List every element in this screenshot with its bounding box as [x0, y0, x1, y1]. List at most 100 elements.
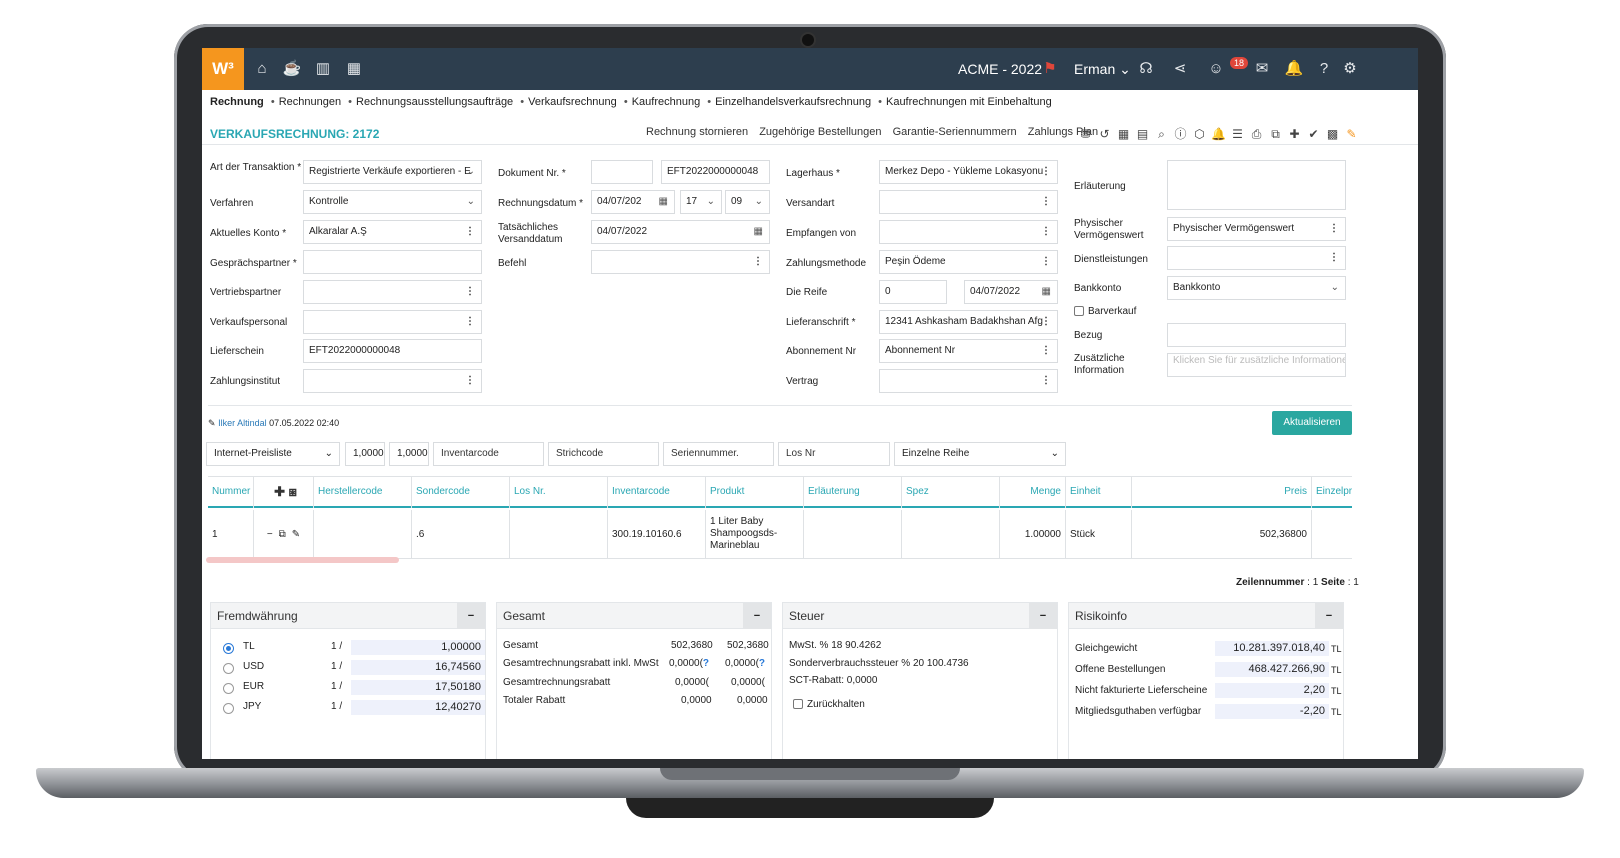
plus-icon[interactable]: ✚ [1285, 127, 1304, 141]
history-icon[interactable]: ↺ [1095, 127, 1114, 141]
column-header[interactable]: Einzelpr [1312, 476, 1352, 508]
delivery-note-field[interactable]: EFT2022000000048 [303, 339, 482, 363]
print-icon[interactable]: ⎙ [1247, 127, 1266, 142]
contract-field[interactable]: ⋮ [879, 369, 1058, 393]
column-header[interactable]: Einheit [1066, 476, 1132, 508]
column-header[interactable]: Herstellercode [314, 476, 412, 508]
help-icon[interactable]: ? [1314, 59, 1334, 79]
breadcrumb-item[interactable]: Einzelhandelsverkaufsrechnung [715, 96, 871, 108]
help-icon[interactable]: ? [759, 658, 765, 669]
pencil-icon[interactable]: ✎ [292, 529, 300, 540]
row-mode-select[interactable]: Einzelne Reihe ⌄ [894, 442, 1066, 466]
search-icon[interactable]: ⌕ [1152, 127, 1171, 142]
stamp-icon[interactable]: ⛃ [1076, 127, 1095, 141]
received-from-field[interactable]: ⋮ [879, 220, 1058, 244]
coffee-icon[interactable]: ☕ [282, 59, 302, 79]
subscription-field[interactable]: Abonnement Nr ⋮ [879, 339, 1058, 363]
reference-field[interactable] [1167, 323, 1346, 347]
breadcrumb-item[interactable]: Rechnungen [279, 96, 341, 108]
more-icon[interactable]: ⋮ [753, 251, 763, 273]
more-icon[interactable]: ⋮ [465, 221, 475, 243]
serial-number-input[interactable]: Seriennummer. [663, 442, 774, 466]
copy-icon[interactable]: ⧉ [1266, 127, 1285, 142]
grid-icon[interactable]: ▦ [1114, 127, 1133, 141]
price-list-select[interactable]: Internet-Preisliste ⌄ [206, 442, 340, 466]
document-prefix-field[interactable] [591, 160, 653, 184]
explanation-textarea[interactable] [1167, 160, 1346, 210]
home-icon[interactable]: ⌂ [252, 59, 272, 79]
cash-sale-checkbox[interactable]: Barverkauf [1074, 306, 1136, 318]
box-icon[interactable]: ⬡ [1190, 127, 1209, 141]
edit-icon[interactable]: ✎ [1342, 127, 1361, 141]
hour-select[interactable]: 17 ⌄ [680, 190, 722, 214]
column-header[interactable]: Nummer [208, 476, 254, 508]
delivery-address-field[interactable]: 12341 Ashkasham Badakhshan Afg ⋮ [879, 310, 1058, 334]
calendar-icon[interactable]: ▦ [344, 59, 364, 79]
warehouse-field[interactable]: Merkez Depo - Yükleme Lokasyonu ⋮ [879, 160, 1058, 184]
order-field[interactable]: ⋮ [591, 250, 770, 274]
withhold-checkbox[interactable]: Zurückhalten [793, 699, 865, 710]
bank-account-select[interactable]: Bankkonto ⌄ [1167, 276, 1346, 300]
column-header[interactable]: Erläuterung [804, 476, 902, 508]
checkbox[interactable] [1074, 306, 1084, 317]
more-icon[interactable]: ⋮ [1329, 218, 1339, 240]
column-header[interactable]: Produkt [706, 476, 804, 508]
more-icon[interactable]: ⋮ [1041, 221, 1051, 243]
more-icon[interactable]: ⋮ [1041, 311, 1051, 333]
column-header[interactable]: Los Nr. [510, 476, 608, 508]
invoice-date-field[interactable]: 04/07/202 ▦ [591, 190, 675, 214]
update-button[interactable]: Aktualisieren [1272, 411, 1352, 435]
list-icon[interactable]: ☰ [1228, 127, 1247, 141]
inventory-code-input[interactable]: Inventarcode [433, 442, 544, 466]
breadcrumb-item[interactable]: Rechnungsausstellungsaufträge [356, 96, 513, 108]
headset-icon[interactable]: ☊ [1136, 59, 1156, 79]
calendar-icon[interactable]: ▦ [1042, 281, 1051, 303]
procedure-select[interactable]: Kontrolle ⌄ [303, 190, 482, 214]
more-icon[interactable]: ⋮ [1329, 247, 1339, 269]
more-icon[interactable]: ⋮ [465, 311, 475, 333]
copy-icon[interactable]: ⧉ [279, 529, 286, 540]
gear-icon[interactable]: ⚙ [1340, 59, 1360, 79]
minimize-button[interactable]: − [1315, 603, 1343, 629]
more-icon[interactable]: ⋮ [1041, 191, 1051, 213]
chat-icon[interactable]: ✉ [1252, 59, 1272, 79]
calculator-icon[interactable]: ▤ [1133, 127, 1152, 141]
additional-info-button[interactable]: Klicken Sie für zusätzliche Informatione… [1167, 353, 1346, 377]
more-icon[interactable]: ⋮ [1041, 370, 1051, 392]
bell-icon[interactable]: 🔔 [1284, 59, 1304, 79]
column-header[interactable]: Menge [1000, 476, 1066, 508]
chart-icon[interactable]: ▥ [313, 59, 333, 79]
more-icon[interactable]: ⋮ [465, 281, 475, 303]
plus-icon[interactable]: ✚ [274, 484, 285, 499]
more-icon[interactable]: ⋮ [1041, 340, 1051, 362]
minute-select[interactable]: 09 ⌄ [725, 190, 770, 214]
company-selector[interactable]: ACME - 2022 [958, 61, 1042, 77]
smiley-icon[interactable]: ☺ [1206, 59, 1226, 79]
checkbox[interactable] [793, 699, 803, 710]
minus-icon[interactable]: − [267, 529, 273, 540]
currency-radio[interactable] [223, 683, 234, 694]
qr-icon[interactable]: ▩ [1323, 127, 1342, 141]
app-logo[interactable]: W³ [202, 48, 244, 90]
warranty-serials-link[interactable]: Garantie-Seriennummern [893, 126, 1017, 138]
lot-number-input[interactable]: Los Nr [778, 442, 890, 466]
contact-partner-field[interactable] [303, 250, 482, 274]
puzzle-icon[interactable]: ⧆ [289, 484, 297, 499]
maturity-date-field[interactable]: 04/07/2022 ▦ [964, 280, 1058, 304]
quantity-field[interactable]: 1,0000 [389, 442, 429, 466]
minimize-button[interactable]: − [743, 603, 771, 629]
transaction-type-select[interactable]: Registrierte Verkäufe exportieren - E ⌄ [303, 160, 482, 184]
currency-radio[interactable] [223, 703, 234, 714]
breadcrumb-item[interactable]: Kaufrechnungen mit Einbehaltung [886, 96, 1052, 108]
bell-icon[interactable]: 🔔 [1209, 127, 1228, 141]
currency-radio[interactable] [223, 643, 234, 654]
services-field[interactable]: ⋮ [1167, 246, 1346, 270]
currency-radio[interactable] [223, 663, 234, 674]
user-menu[interactable]: Erman ⌄ [1074, 61, 1131, 78]
info-icon[interactable]: ⓘ [1171, 125, 1190, 142]
shipping-date-field[interactable]: 04/07/2022 ▦ [591, 220, 770, 244]
more-icon[interactable]: ⋮ [1041, 251, 1051, 273]
column-header[interactable]: Spez [902, 476, 1000, 508]
check-icon[interactable]: ✔ [1304, 127, 1323, 141]
more-icon[interactable]: ⋮ [1041, 161, 1051, 183]
